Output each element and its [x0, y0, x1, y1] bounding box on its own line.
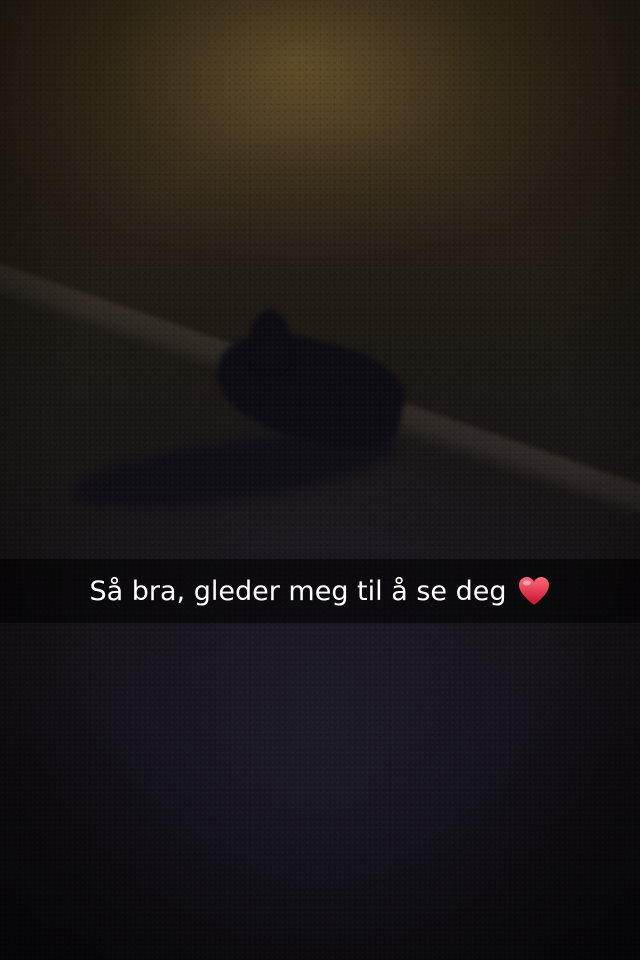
photo-vignette: [0, 0, 640, 960]
heart-icon: [518, 576, 550, 606]
caption-text: Så bra, gleder meg til å se deg: [89, 575, 507, 607]
caption-bar: Så bra, gleder meg til å se deg: [0, 559, 640, 623]
snap-photo: Så bra, gleder meg til å se deg: [0, 0, 640, 960]
